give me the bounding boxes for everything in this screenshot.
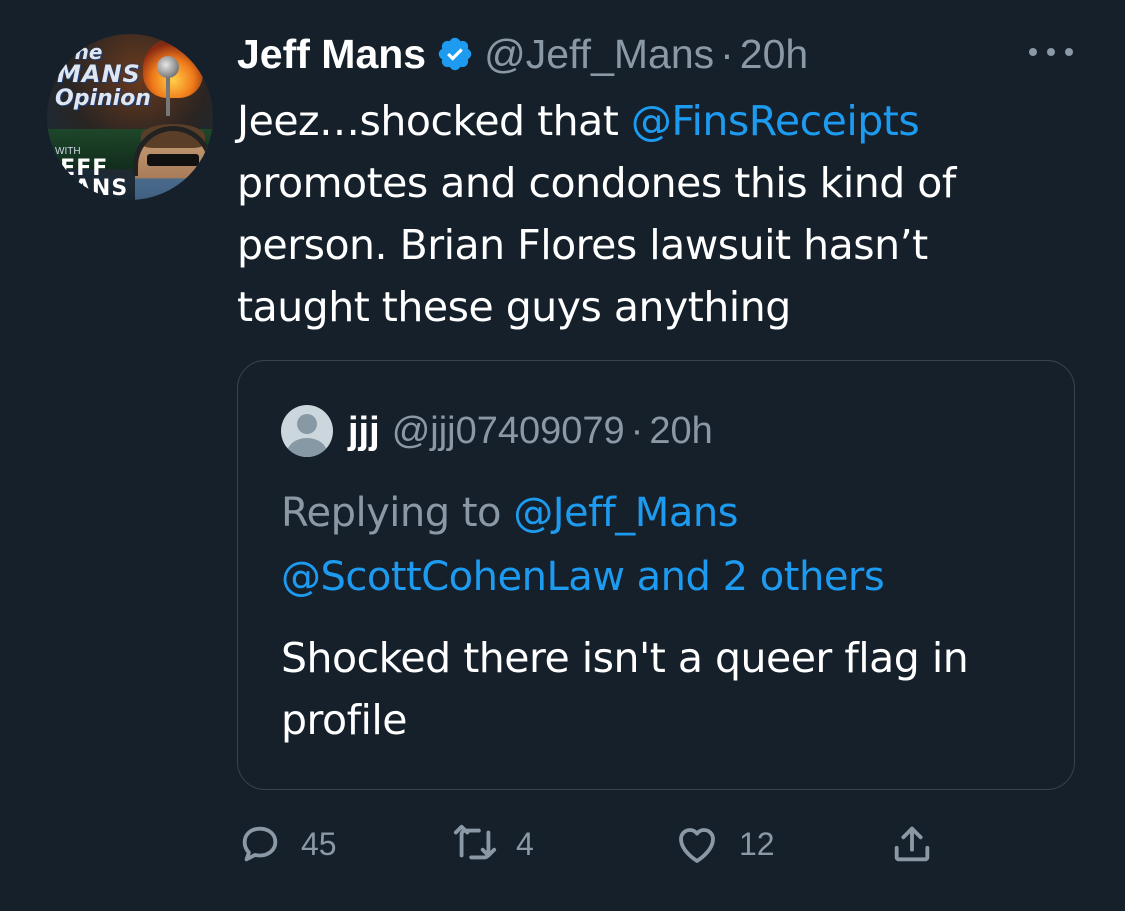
like-button[interactable]: 12 — [673, 816, 775, 872]
heart-icon — [673, 820, 721, 868]
reply-count: 45 — [301, 825, 337, 862]
replying-mention-link[interactable]: @Jeff_Mans — [513, 490, 738, 536]
sunglasses-graphic — [147, 154, 199, 166]
tweet-timestamp[interactable]: 20h — [740, 31, 808, 78]
quoted-author-display-name: jjj — [348, 409, 380, 452]
replying-to-line: Replying to @Jeff_Mans @ScottCohenLaw and… — [281, 481, 1041, 609]
retweet-icon — [452, 821, 498, 867]
replying-prefix: Replying to — [281, 490, 514, 536]
retweet-count: 4 — [516, 825, 534, 862]
replying-mention-link-2[interactable]: @ScottCohenLaw — [281, 554, 625, 600]
quoted-tweet-timestamp: 20h — [649, 409, 713, 452]
quoted-tweet[interactable]: jjj @jjj07409079 · 20h Replying to @Jeff… — [237, 360, 1075, 790]
default-avatar-body — [287, 438, 327, 457]
quoted-tweet-header: jjj @jjj07409079 · 20h — [348, 405, 713, 457]
quoted-author-avatar[interactable] — [281, 405, 333, 457]
author-avatar[interactable]: The MANS Opinion WITH JEFF MANS — [47, 34, 213, 200]
tweet-text-after: promotes and condones this kind of perso… — [237, 159, 956, 331]
tweet: The MANS Opinion WITH JEFF MANS Jeff Man… — [0, 0, 1125, 911]
author-display-name[interactable]: Jeff Mans — [237, 31, 426, 78]
retweet-button[interactable]: 4 — [452, 816, 534, 872]
microphone-icon — [157, 56, 179, 78]
avatar-name2: MANS — [51, 176, 129, 200]
tweet-actions: 45 4 12 — [237, 816, 997, 872]
replying-others-link[interactable]: 2 others — [723, 554, 885, 600]
mention-link[interactable]: @FinsReceipts — [631, 97, 920, 145]
author-handle[interactable]: @Jeff_Mans — [484, 31, 714, 78]
tweet-text: Jeez…shocked that @FinsReceipts promotes… — [237, 90, 1057, 338]
share-button[interactable] — [889, 816, 935, 872]
default-avatar-head — [297, 414, 317, 434]
quoted-tweet-text: Shocked there isn't a queer flag in prof… — [281, 634, 969, 744]
quoted-header-separator: · — [630, 409, 644, 452]
microphone-stand-graphic — [166, 76, 170, 116]
more-dot — [1065, 48, 1073, 56]
tweet-text-before: Jeez…shocked that — [237, 97, 631, 145]
reply-button[interactable]: 45 — [237, 816, 337, 872]
more-horizontal-icon[interactable] — [1029, 44, 1073, 60]
more-dot — [1029, 48, 1037, 56]
tweet-header: Jeff Mans @Jeff_Mans · 20h — [237, 28, 808, 80]
share-icon — [889, 821, 935, 867]
quoted-author-handle: @jjj07409079 — [391, 409, 625, 452]
reply-icon — [237, 821, 283, 867]
header-separator: · — [720, 30, 734, 77]
like-count: 12 — [739, 825, 775, 862]
verified-badge-icon — [436, 35, 474, 73]
replying-and: and — [624, 554, 723, 600]
more-dot — [1047, 48, 1055, 56]
avatar-logo-line2: MANS — [57, 60, 141, 88]
avatar-logo-line3: Opinion — [55, 86, 151, 111]
